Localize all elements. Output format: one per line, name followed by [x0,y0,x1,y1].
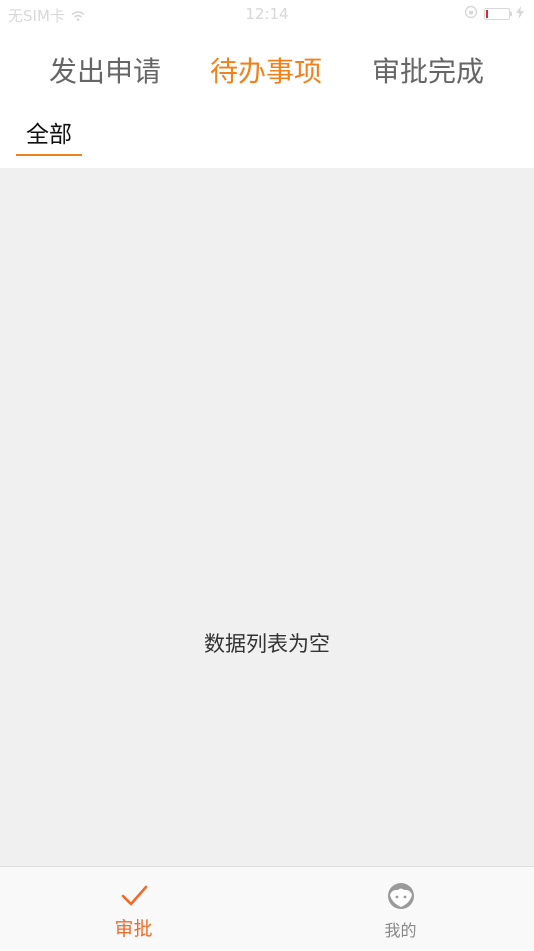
status-right-group [464,5,524,23]
empty-state-message: 数据列表为空 [204,632,330,656]
lock-rotation-icon [464,5,478,23]
tab-approved[interactable]: 审批完成 [372,50,484,94]
tab-issued-requests[interactable]: 发出申请 [49,50,161,94]
check-icon [119,881,149,911]
header: 发出申请 待办事项 审批完成 全部 [0,28,534,168]
status-bar: 无SIM卡 12:14 [0,0,534,28]
nav-item-approve[interactable]: 审批 [0,867,267,951]
main-tabs: 发出申请 待办事项 审批完成 [0,50,534,100]
bottom-nav: 审批 我的 [0,866,534,950]
filter-tab-indicator [16,154,82,156]
nav-label-approve: 审批 [114,918,153,940]
battery-level [486,10,488,18]
battery-icon [484,8,512,20]
face-icon [386,881,416,911]
tab-pending-items[interactable]: 待办事项 [210,50,322,94]
list-area: 数据列表为空 [0,168,534,866]
status-time: 12:14 [245,5,289,23]
nav-item-mine[interactable]: 我的 [267,867,534,951]
filter-tab-all[interactable]: 全部 [16,116,82,154]
charging-icon [516,5,524,23]
nav-label-mine: 我的 [384,921,417,940]
